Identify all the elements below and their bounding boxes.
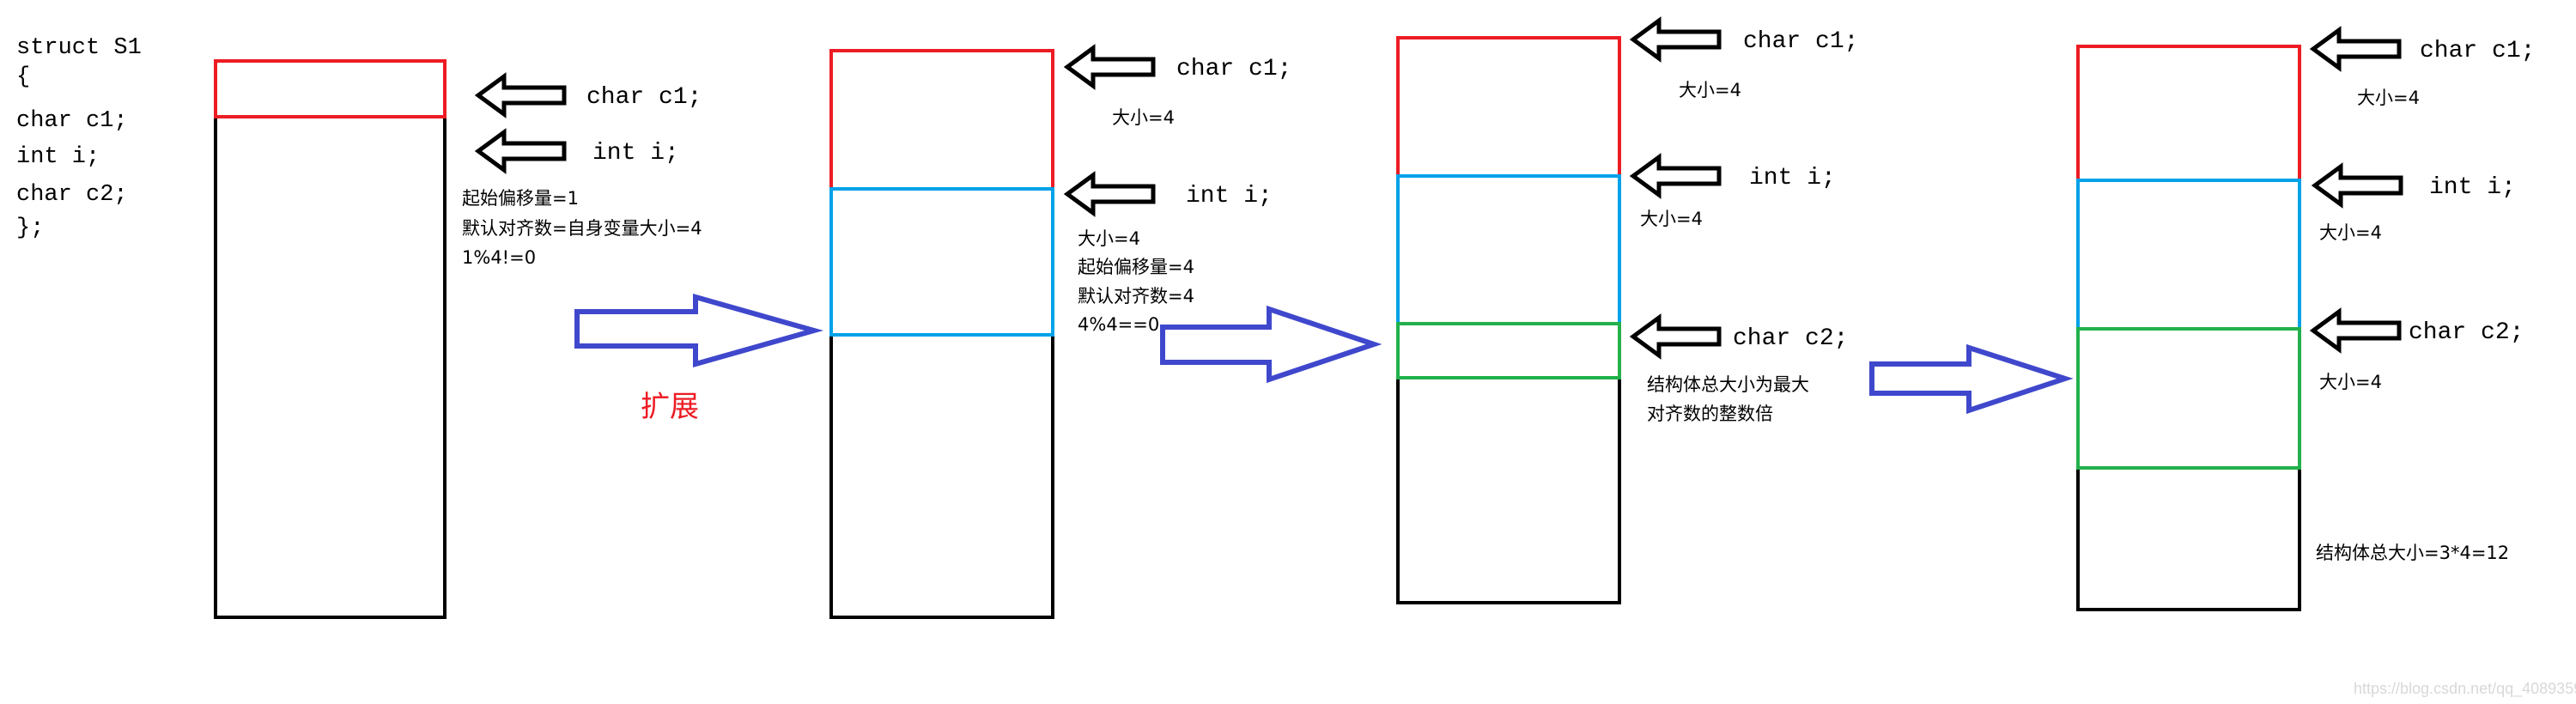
code-line: { (16, 64, 30, 90)
right-arrow-icon (1869, 343, 2074, 415)
size-c2: 大小=4 (2319, 372, 2382, 392)
label-char-c1: char c1; (1176, 56, 1291, 82)
note-line: 默认对齐数=4 (1078, 286, 1194, 306)
code-line: char c2; (16, 182, 128, 208)
note-line: 4%4==0 (1078, 314, 1159, 335)
size-c1: 大小=4 (1679, 80, 1741, 100)
left-arrow-icon (2313, 312, 2399, 349)
watermark: https://blog.csdn.net/qq_40893595 (2354, 680, 2576, 698)
int-i-block (1396, 174, 1621, 325)
char-c1-block (2076, 45, 2301, 182)
char-c2-block (2076, 327, 2301, 470)
size-c1: 大小=4 (2357, 88, 2420, 108)
right-arrow-icon (1160, 305, 1382, 384)
label-char-c1: char c1; (1743, 28, 1858, 55)
label-int-i: int i; (1749, 165, 1836, 191)
left-arrow-icon (478, 132, 564, 170)
expand-label: 扩展 (641, 390, 699, 424)
note-line: 起始偏移量=4 (1078, 257, 1194, 277)
struct-alignment-diagram: struct S1 { char c1; int i; char c2; }; … (16, 0, 2576, 698)
note-line: 默认对齐数=自身变量大小=4 (462, 218, 702, 239)
size-i: 大小=4 (2319, 222, 2382, 243)
label-int-i: int i; (2429, 174, 2516, 201)
char-c1-block (214, 59, 447, 118)
label-int-i: int i; (592, 140, 679, 167)
code-line: struct S1 (16, 35, 142, 61)
memory-layout-step4: char c1; 大小=4 int i; 大小=4 char c2; 大小=4 … (2076, 30, 2535, 611)
struct-memory-block (1396, 36, 1621, 604)
left-arrow-icon (1067, 48, 1153, 86)
note-line: 对齐数的整数倍 (1647, 404, 1773, 424)
label-char-c2: char c2; (1733, 325, 1848, 352)
int-i-block (2076, 179, 2301, 331)
note-line: 大小=4 (1078, 228, 1140, 249)
int-i-block (829, 187, 1054, 337)
left-arrow-icon (478, 76, 564, 114)
code-line: }; (16, 215, 44, 241)
struct-code: struct S1 { char c1; int i; char c2; }; (16, 35, 142, 241)
note-line: 1%4!=0 (462, 247, 536, 268)
left-arrow-icon (2315, 167, 2401, 204)
left-arrow-icon (1633, 21, 1719, 58)
char-c1-block (1396, 36, 1621, 178)
size-c1: 大小=4 (1112, 107, 1175, 128)
left-arrow-icon (1633, 318, 1719, 355)
size-i: 大小=4 (1640, 209, 1703, 229)
left-arrow-icon (2313, 30, 2399, 68)
note-line: 起始偏移量=1 (462, 188, 579, 209)
struct-memory-block (214, 59, 447, 619)
right-arrow-icon (574, 294, 824, 367)
label-int-i: int i; (1186, 183, 1273, 209)
char-c1-block (829, 49, 1054, 191)
label-char-c1: char c1; (2420, 38, 2535, 64)
label-char-c1: char c1; (586, 84, 702, 111)
memory-layout-step3: char c1; 大小=4 int i; 大小=4 char c2; 结构体总大… (1396, 21, 1858, 604)
left-arrow-icon (1633, 157, 1719, 195)
char-c2-block (1396, 322, 1621, 379)
code-line: int i; (16, 144, 100, 170)
code-line: char c1; (16, 108, 128, 134)
total-size: 结构体总大小=3*4=12 (2316, 543, 2509, 563)
label-char-c2: char c2; (2409, 319, 2524, 346)
left-arrow-icon (1067, 175, 1153, 213)
note-line: 结构体总大小为最大 (1647, 374, 1809, 395)
